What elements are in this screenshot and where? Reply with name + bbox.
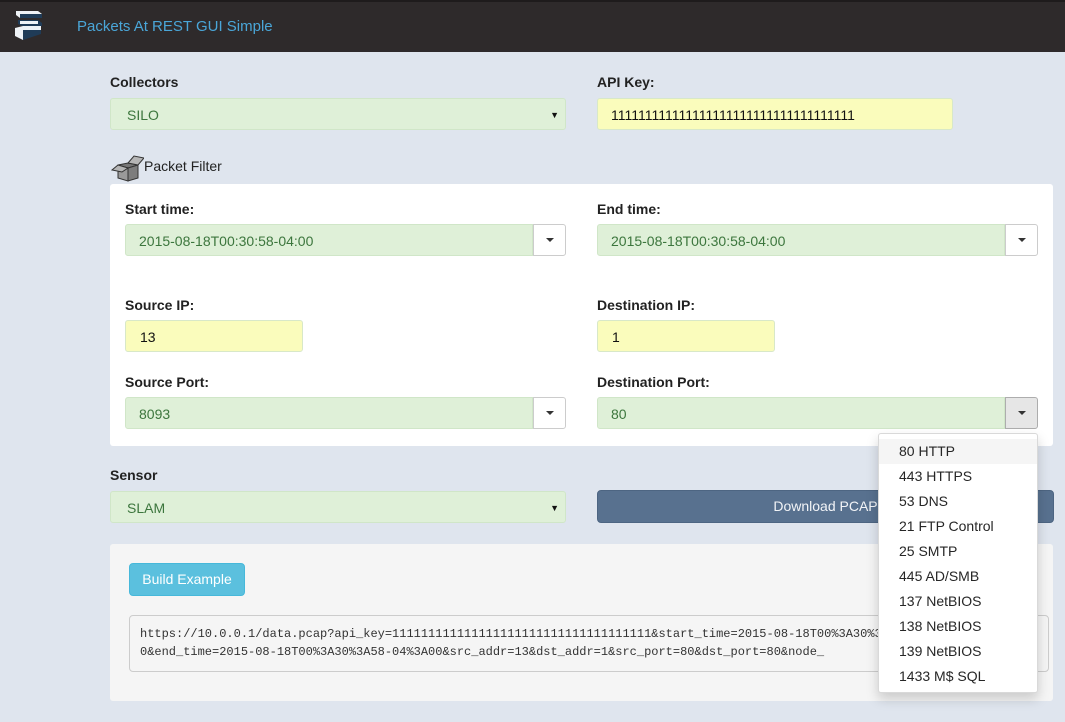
open-box-icon (110, 155, 144, 182)
port-option[interactable]: 137 NetBIOS (879, 589, 1037, 614)
port-option[interactable]: 1433 M$ SQL (879, 664, 1037, 689)
destination-ip-label: Destination IP: (597, 297, 696, 313)
packet-filter-title: Packet Filter (144, 158, 222, 174)
port-option[interactable]: 138 NetBIOS (879, 614, 1037, 639)
sensor-label: Sensor (110, 467, 158, 483)
sensor-value: SLAM (127, 500, 166, 516)
api-key-value: 111111111111111111111111111111111111 (611, 107, 855, 123)
sensor-select[interactable]: SLAM ▼ (110, 491, 566, 523)
caret-down-icon (546, 238, 554, 242)
source-port-input[interactable]: 8093 (125, 397, 533, 429)
books-stack-icon[interactable] (12, 8, 48, 44)
start-time-input[interactable]: 2015-08-18T00:30:58-04:00 (125, 224, 533, 256)
caret-down-icon (1018, 238, 1026, 242)
caret-down-icon: ▼ (550, 503, 559, 513)
source-ip-value: 13 (140, 329, 156, 345)
app-title[interactable]: Packets At REST GUI Simple (77, 18, 273, 35)
destination-ip-value: 1 (612, 329, 620, 345)
port-option[interactable]: 139 NetBIOS (879, 639, 1037, 664)
port-option[interactable]: 80 HTTP (879, 439, 1037, 464)
caret-down-icon (1018, 411, 1026, 415)
start-time-dropdown-button[interactable] (533, 224, 566, 256)
start-time-value: 2015-08-18T00:30:58-04:00 (139, 233, 314, 249)
start-time-label: Start time: (125, 201, 195, 217)
destination-port-value: 80 (611, 406, 627, 422)
source-port-label: Source Port: (125, 374, 210, 390)
collectors-select[interactable]: SILO ▼ (110, 98, 566, 130)
collectors-label: Collectors (110, 74, 179, 90)
destination-port-dropdown-button[interactable] (1005, 397, 1038, 429)
api-key-input[interactable]: 111111111111111111111111111111111111 (597, 98, 953, 130)
source-port-dropdown-button[interactable] (533, 397, 566, 429)
end-time-dropdown-button[interactable] (1005, 224, 1038, 256)
end-time-value: 2015-08-18T00:30:58-04:00 (611, 233, 786, 249)
caret-down-icon: ▼ (550, 110, 559, 120)
source-port-value: 8093 (139, 406, 171, 422)
port-option[interactable]: 445 AD/SMB (879, 564, 1037, 589)
destination-port-input[interactable]: 80 (597, 397, 1005, 429)
destination-port-menu: 80 HTTP 443 HTTPS 53 DNS 21 FTP Control … (878, 433, 1038, 693)
caret-down-icon (546, 411, 554, 415)
port-option[interactable]: 53 DNS (879, 489, 1037, 514)
port-option[interactable]: 21 FTP Control (879, 514, 1037, 539)
build-example-button[interactable]: Build Example (129, 563, 245, 596)
api-key-label: API Key: (597, 74, 655, 90)
port-option[interactable]: 25 SMTP (879, 539, 1037, 564)
destination-port-label: Destination Port: (597, 374, 710, 390)
port-option[interactable]: 443 HTTPS (879, 464, 1037, 489)
source-ip-input[interactable]: 13 (125, 320, 303, 352)
destination-ip-input[interactable]: 1 (597, 320, 775, 352)
source-ip-label: Source IP: (125, 297, 195, 313)
navbar: Packets At REST GUI Simple (0, 0, 1065, 52)
collectors-value: SILO (127, 107, 159, 123)
end-time-label: End time: (597, 201, 661, 217)
end-time-input[interactable]: 2015-08-18T00:30:58-04:00 (597, 224, 1005, 256)
